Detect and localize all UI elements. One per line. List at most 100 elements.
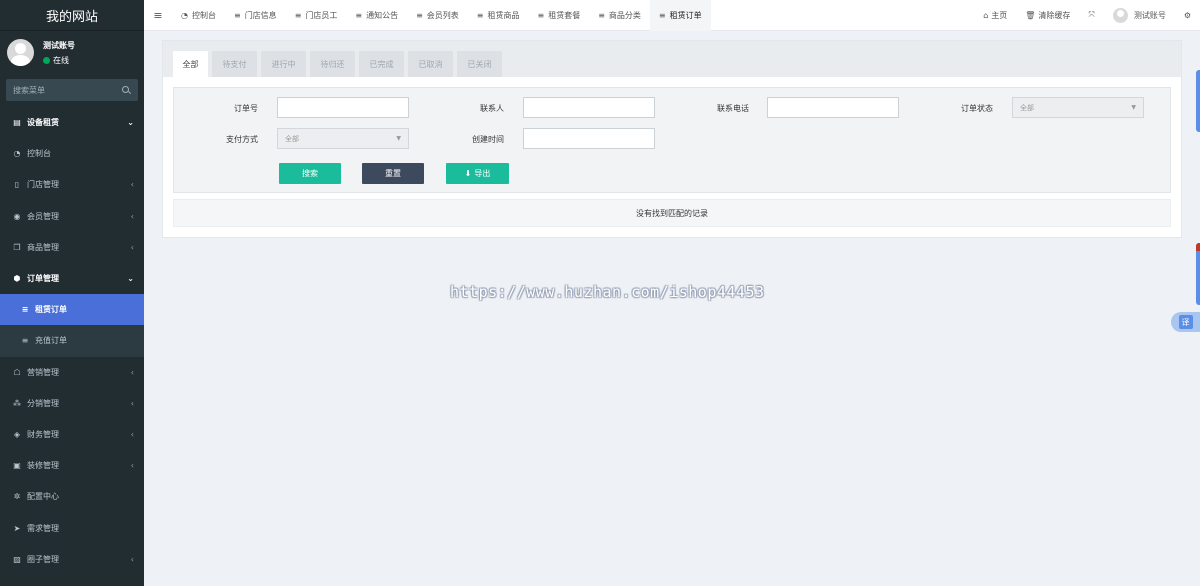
square-icon: ▨ (13, 554, 21, 564)
tab-store-info[interactable]: ≡ 门店信息 (225, 0, 286, 31)
user-status: 在线 (43, 55, 75, 66)
tab-product-categories[interactable]: ≡ 商品分类 (589, 0, 650, 31)
sidebar-item-label: 门店管理 (27, 180, 59, 190)
sidebar-item-finance[interactable]: ◈ 财务管理 ‹ (0, 419, 144, 450)
cube-icon: ⬢ (13, 274, 21, 284)
dashboard-icon: ◔ (181, 10, 188, 20)
settings-gear-icon[interactable]: ⚙ (1175, 11, 1200, 20)
list-icon: ≡ (416, 10, 423, 20)
sidebar-item-rental-orders[interactable]: ≡ 租赁订单 (0, 294, 144, 326)
export-label: 导出 (474, 169, 491, 178)
clone-icon: ❐ (13, 242, 21, 252)
sidebar-item-demand[interactable]: ➤ 需求管理 (0, 512, 144, 543)
tab-label: 门店信息 (244, 10, 277, 20)
sidebar-item-device-rental[interactable]: ▤ 设备租赁 ⌄ (0, 107, 144, 138)
side-float-tab-top[interactable] (1196, 70, 1200, 132)
tab-rental-packages[interactable]: ≡ 租赁套餐 (529, 0, 590, 31)
order-tab-in-progress[interactable]: 进行中 (261, 51, 306, 77)
tab-label: 商品分类 (608, 10, 641, 20)
chevron-left-icon: ‹ (130, 554, 134, 564)
fullscreen-icon[interactable]: ⤧ (1079, 10, 1103, 20)
store-icon: ▯ (14, 180, 20, 190)
pay-method-label: 支付方式 (226, 135, 258, 144)
clear-cache-button[interactable]: 🗑 清除缓存 (1016, 10, 1079, 21)
sidebar-item-label: 控制台 (27, 149, 51, 159)
home-link[interactable]: ⌂ 主页 (974, 10, 1016, 21)
export-button[interactable]: ⬇ 导出 (446, 163, 509, 184)
chevron-left-icon: ‹ (130, 461, 134, 471)
tab-member-list[interactable]: ≡ 会员列表 (407, 0, 468, 31)
sidebar-item-label: 圈子管理 (27, 554, 59, 564)
pay-method-value: 全部 (285, 134, 299, 143)
order-tab-pending-return[interactable]: 待归还 (310, 51, 355, 77)
sidebar-item-orders[interactable]: ⬢ 订单管理 ⌄ (0, 263, 144, 294)
sidebar-item-label: 会员管理 (27, 211, 59, 221)
sidebar-item-label: 配置中心 (27, 492, 59, 502)
order-status-select[interactable]: 全部 ▼ (1012, 97, 1144, 118)
tab-label: 通知公告 (366, 10, 399, 20)
tab-store-staff[interactable]: ≡ 门店员工 (286, 0, 347, 31)
sidebar-item-decoration[interactable]: ▣ 装修管理 ‹ (0, 450, 144, 481)
menu-toggle-icon[interactable]: ≡ (144, 9, 172, 22)
tab-label: 租赁订单 (669, 10, 702, 20)
order-tab-closed[interactable]: 已关闭 (457, 51, 502, 77)
gear-icon: ✲ (13, 492, 21, 502)
side-float-tab-middle[interactable] (1196, 243, 1200, 305)
page-tabs: ◔ 控制台 ≡ 门店信息 ≡ 门店员工 ≡ 通知公告 ≡ 会员列表 ≡ 租赁商品 ≡ 租赁套餐… (172, 0, 711, 31)
diamond-icon: ◈ (13, 429, 21, 439)
sidebar-item-marketing[interactable]: ☖ 营销管理 ‹ (0, 357, 144, 388)
chevron-left-icon: ‹ (130, 211, 134, 221)
phone-input[interactable] (767, 97, 899, 118)
order-no-input[interactable] (277, 97, 409, 118)
sidebar-item-store[interactable]: ▯ 门店管理 ‹ (0, 169, 144, 200)
paper-plane-icon: ➤ (13, 523, 21, 533)
list-icon: ≡ (233, 10, 241, 20)
reset-button[interactable]: 重置 (362, 163, 424, 184)
tab-label: 会员列表 (426, 10, 459, 20)
contact-input[interactable] (523, 97, 655, 118)
sidebar-item-recharge-orders[interactable]: ≡ 充值订单 (0, 325, 144, 357)
search-button[interactable]: 搜索 (279, 163, 341, 184)
created-time-input[interactable] (523, 128, 655, 149)
phone-label: 联系电话 (717, 104, 749, 113)
sidebar-item-members[interactable]: ◉ 会员管理 ‹ (0, 201, 144, 232)
sidebar-item-config[interactable]: ✲ 配置中心 (0, 481, 144, 512)
user-name: 测试账号 (43, 40, 75, 50)
tab-label: 租赁商品 (487, 10, 520, 20)
order-tab-cancelled[interactable]: 已取消 (408, 51, 453, 77)
user-status-text: 在线 (53, 55, 69, 65)
pay-method-select[interactable]: 全部 ▼ (277, 128, 409, 149)
tab-dashboard[interactable]: ◔ 控制台 (172, 0, 225, 31)
tab-label: 控制台 (191, 10, 216, 20)
sidebar-item-label: 租赁订单 (35, 305, 67, 315)
order-tab-pending-payment[interactable]: 待支付 (212, 51, 257, 77)
list-icon: ≡ (294, 10, 302, 20)
sidebar-item-distribution[interactable]: ⁂ 分销管理 ‹ (0, 388, 144, 419)
sidebar-item-dashboard[interactable]: ◔ 控制台 (0, 138, 144, 169)
chevron-left-icon: ‹ (130, 398, 134, 408)
list-icon: ≡ (355, 10, 363, 20)
sidebar-item-label: 需求管理 (27, 523, 59, 533)
image-icon: ▣ (13, 461, 21, 471)
list-icon: ≡ (537, 10, 545, 20)
chevron-left-icon: ‹ (130, 429, 134, 439)
sidebar-search-input[interactable]: 搜索菜单 (6, 79, 138, 101)
sidebar-search-placeholder: 搜索菜单 (13, 85, 45, 95)
translate-button[interactable]: 译 (1171, 312, 1200, 332)
tab-rental-orders[interactable]: ≡ 租赁订单 (649, 0, 711, 31)
gift-icon: ☖ (13, 367, 21, 377)
sidebar-item-label: 充值订单 (35, 336, 67, 346)
sidebar-item-products[interactable]: ❐ 商品管理 ‹ (0, 232, 144, 263)
home-icon: ⌂ (983, 10, 989, 20)
online-status-dot-icon (43, 56, 50, 64)
site-logo[interactable]: 我的网站 (0, 0, 144, 31)
account-menu[interactable]: 测试账号 (1104, 7, 1175, 23)
order-tab-all[interactable]: 全部 (173, 51, 208, 77)
sitemap-icon: ⁂ (13, 398, 21, 408)
tab-rental-products[interactable]: ≡ 租赁商品 (468, 0, 529, 31)
sidebar-item-circle[interactable]: ▨ 圈子管理 ‹ (0, 544, 144, 575)
sidebar-item-label: 设备租赁 (27, 118, 59, 128)
search-icon[interactable] (122, 85, 131, 95)
order-tab-completed[interactable]: 已完成 (359, 51, 404, 77)
tab-notices[interactable]: ≡ 通知公告 (346, 0, 407, 31)
